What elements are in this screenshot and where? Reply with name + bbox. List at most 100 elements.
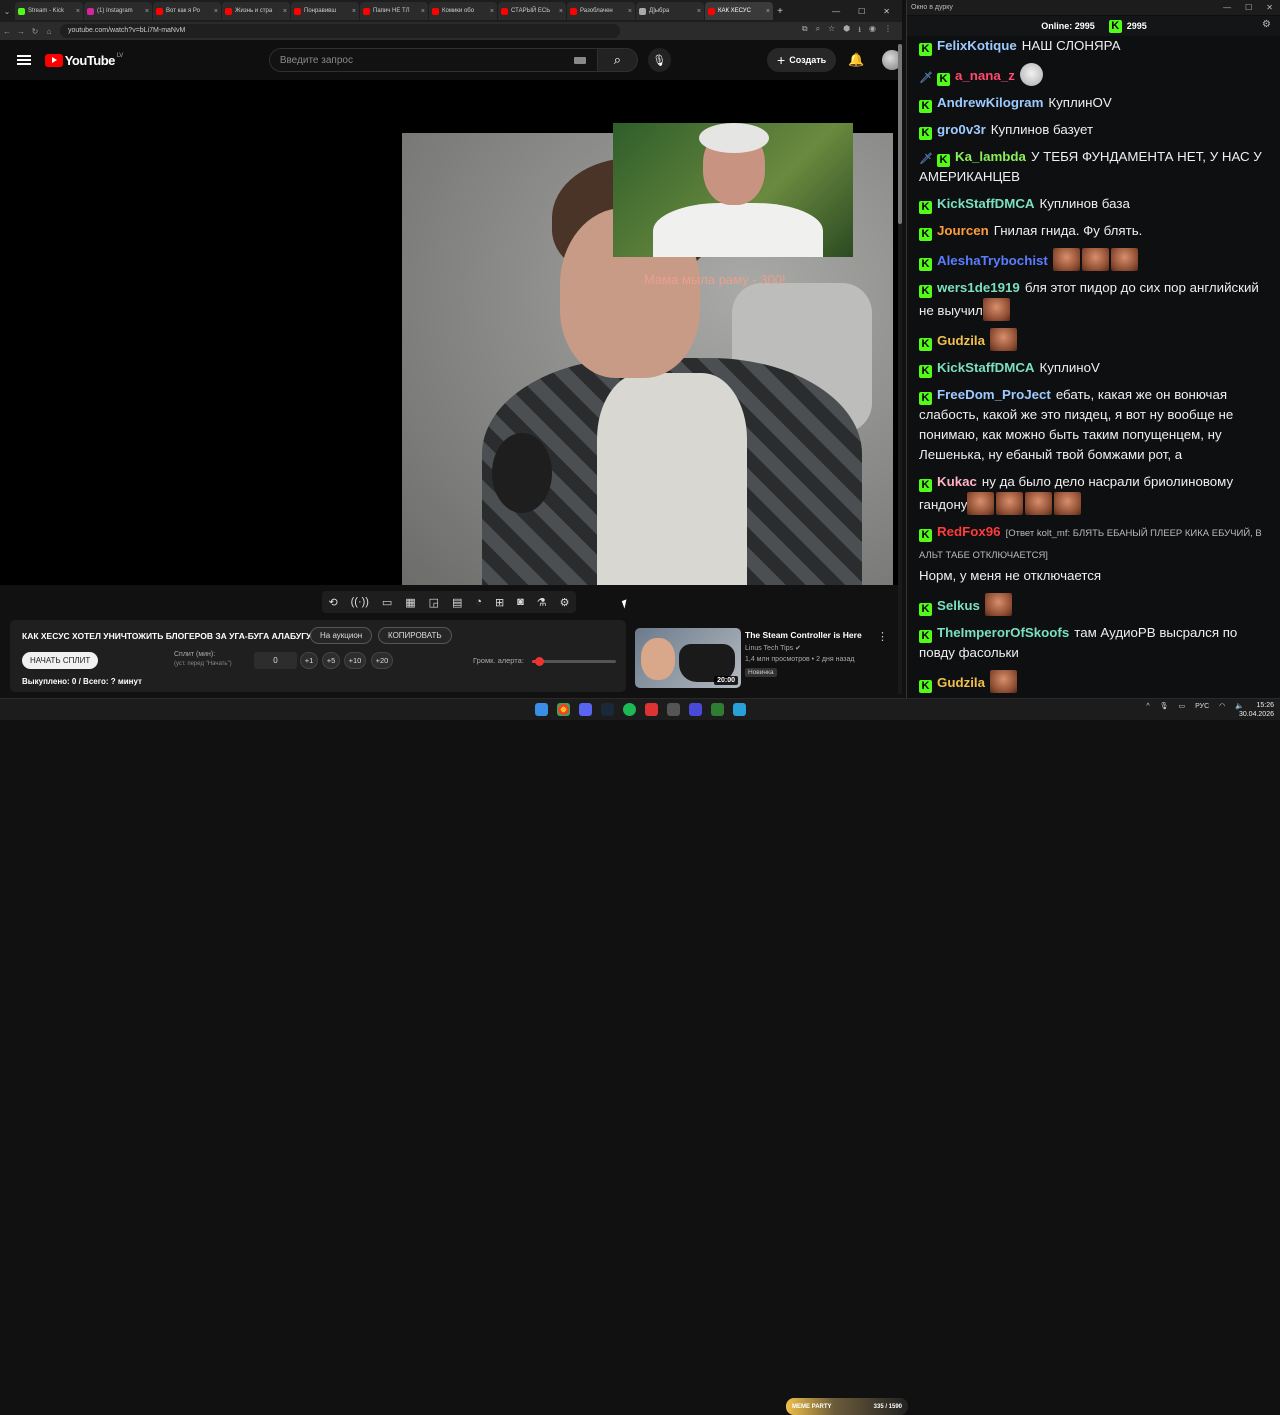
app-icon-green[interactable] bbox=[711, 703, 724, 716]
browser-tab[interactable]: Понравивш × bbox=[291, 2, 359, 20]
chat-message[interactable]: K AleshaTrybochist bbox=[919, 248, 1263, 271]
menu-dots-icon[interactable]: ⋮ bbox=[884, 24, 892, 38]
recommended-thumbnail[interactable]: 20:00 bbox=[635, 628, 741, 688]
flask-icon[interactable]: ⚗ bbox=[537, 596, 547, 609]
profile-icon[interactable]: ◉ bbox=[869, 24, 876, 38]
tab-close-icon[interactable]: × bbox=[488, 8, 494, 15]
settings-gear-icon[interactable]: ⚙ bbox=[560, 596, 570, 609]
tab-close-icon[interactable]: × bbox=[74, 8, 80, 15]
step-plus-20-button[interactable]: +20 bbox=[371, 652, 393, 669]
chat-message[interactable]: K Gudzila bbox=[919, 670, 1263, 693]
app-icon-red[interactable] bbox=[645, 703, 658, 716]
maximize-icon[interactable]: ☐ bbox=[858, 7, 865, 16]
tab-close-icon[interactable]: × bbox=[143, 8, 149, 15]
film-icon[interactable]: ▤ bbox=[452, 596, 462, 609]
create-button[interactable]: + Создать bbox=[767, 48, 837, 72]
chat-message[interactable]: K FelixKotique НАШ СЛОНЯРА bbox=[919, 36, 1263, 56]
chat-message[interactable]: K Selkus bbox=[919, 593, 1263, 616]
chat-username[interactable]: gro0v3r bbox=[937, 122, 986, 137]
tab-close-icon[interactable]: × bbox=[764, 8, 770, 15]
browser-tab[interactable]: Комики обо × bbox=[429, 2, 497, 20]
browser-tab[interactable]: КАК ХЕСУС × bbox=[705, 2, 773, 20]
chat-username[interactable]: Ka_lambda bbox=[955, 149, 1026, 164]
browser-tab[interactable]: (1) Instagram × bbox=[84, 2, 152, 20]
new-tab-button[interactable]: + bbox=[773, 6, 787, 17]
more-options-icon[interactable]: ⋮ bbox=[877, 630, 888, 643]
system-clock[interactable]: 15:26 30.04.2026 bbox=[1239, 701, 1274, 719]
discord-icon[interactable] bbox=[579, 703, 592, 716]
close-window-icon[interactable]: ✕ bbox=[883, 7, 890, 16]
browser-tab[interactable]: Stream - Kick × bbox=[15, 2, 83, 20]
scrollbar-thumb[interactable] bbox=[898, 44, 902, 224]
chat-username[interactable]: Gudzila bbox=[937, 675, 985, 690]
tab-close-icon[interactable]: × bbox=[626, 8, 632, 15]
minimize-icon[interactable]: — bbox=[832, 7, 840, 16]
chat-message[interactable]: Kgro0v3r Куплинов базует bbox=[919, 120, 1263, 140]
tab-close-icon[interactable]: × bbox=[695, 8, 701, 15]
tab-close-icon[interactable]: × bbox=[419, 8, 425, 15]
auction-button[interactable]: На аукцион bbox=[310, 627, 373, 644]
zoom-icon[interactable]: ⌕ bbox=[816, 24, 820, 38]
tab-close-icon[interactable]: × bbox=[557, 8, 563, 15]
chat-username[interactable]: AleshaTrybochist bbox=[937, 253, 1048, 268]
browser-tab[interactable]: Жизнь и стра × bbox=[222, 2, 290, 20]
search-input[interactable] bbox=[279, 54, 570, 66]
spotify-icon[interactable] bbox=[623, 703, 636, 716]
chat-username[interactable]: Jourcen bbox=[937, 223, 989, 238]
chat-settings-icon[interactable]: ⚙ bbox=[1262, 19, 1271, 30]
preview-icon[interactable]: ▭ bbox=[382, 596, 392, 609]
url-field[interactable]: youtube.com/watch?v=bLi7M-maNvM bbox=[60, 24, 620, 38]
reload-icon[interactable]: ↻ bbox=[28, 27, 42, 36]
mic-tray-icon[interactable]: 🎙 bbox=[1160, 702, 1169, 710]
steam-icon[interactable] bbox=[601, 703, 614, 716]
recommended-title[interactable]: The Steam Controller is Here bbox=[745, 630, 873, 640]
page-scrollbar[interactable] bbox=[898, 44, 902, 694]
bookmark-star-icon[interactable]: ☆ bbox=[828, 24, 835, 38]
app-icon-gray[interactable] bbox=[667, 703, 680, 716]
split-minutes-input[interactable]: 0 bbox=[254, 652, 297, 669]
chat-username[interactable]: TheImperorOfSkoofs bbox=[937, 625, 1069, 640]
extensions-icon[interactable]: ⬢ bbox=[843, 24, 850, 38]
start-icon[interactable] bbox=[535, 703, 548, 716]
chat-message[interactable]: K AndrewKilogram КуплинOV bbox=[919, 93, 1263, 113]
voice-search-button[interactable]: 🎙 bbox=[647, 48, 672, 72]
browser-tab[interactable]: СТАРЫЙ ЕСЬ × bbox=[498, 2, 566, 20]
meme-party-widget[interactable]: MEME PARTY 335 / 1590 bbox=[786, 1398, 908, 1415]
notifications-bell-icon[interactable]: 🔔 bbox=[848, 52, 864, 68]
chat-username[interactable]: wers1de1919 bbox=[937, 280, 1020, 295]
chat-username[interactable]: Gudzila bbox=[937, 333, 985, 348]
chat-minimize-icon[interactable]: — bbox=[1223, 3, 1231, 12]
browser-tab[interactable]: Д]ыбра × bbox=[636, 2, 704, 20]
language-indicator[interactable]: РУС bbox=[1195, 703, 1209, 710]
browser-tab[interactable]: Разоблачен × bbox=[567, 2, 635, 20]
chat-username[interactable]: KickStaffDMCA bbox=[937, 196, 1035, 211]
chat-message[interactable]: Kwers1de1919 бля этот пидор до сих пор ан… bbox=[919, 278, 1263, 321]
chat-close-icon[interactable]: ✕ bbox=[1266, 3, 1273, 12]
chat-message[interactable]: K Gudzila bbox=[919, 328, 1263, 351]
tab-close-icon[interactable]: × bbox=[350, 8, 356, 15]
volume-knob[interactable] bbox=[534, 657, 544, 666]
alert-volume-slider[interactable] bbox=[532, 657, 616, 666]
chat-message[interactable]: K KickStaffDMCA Куплинов база bbox=[919, 194, 1263, 214]
calendar-icon[interactable]: ▦ bbox=[405, 596, 415, 609]
chat-username[interactable]: Kukac bbox=[937, 474, 977, 489]
chat-maximize-icon[interactable]: ☐ bbox=[1245, 3, 1252, 12]
tray-chevron-icon[interactable]: ^ bbox=[1146, 703, 1149, 710]
chat-message[interactable]: 🗡 K Ka_lambda У ТЕБЯ ФУНДАМЕНТА НЕТ, У НАС … bbox=[919, 147, 1263, 187]
hamburger-menu-icon[interactable] bbox=[17, 55, 31, 65]
chat-username[interactable]: AndrewKilogram bbox=[937, 95, 1043, 110]
chat-username[interactable]: RedFox96 bbox=[937, 524, 1001, 539]
install-icon[interactable]: ⧉ bbox=[802, 24, 808, 38]
player-icon[interactable] bbox=[689, 703, 702, 716]
chat-username[interactable]: FelixKotique bbox=[937, 38, 1017, 53]
chat-message[interactable]: K TheImperorOfSkoofs там АудиоРВ высрался … bbox=[919, 623, 1263, 663]
browser-tab[interactable]: Папич НЕ ТЛ × bbox=[360, 2, 428, 20]
broadcast-icon[interactable]: ((·)) bbox=[351, 596, 369, 608]
back-icon[interactable]: ← bbox=[0, 27, 14, 36]
chat-username[interactable]: a_nana_z bbox=[955, 68, 1015, 83]
step-plus-5-button[interactable]: +5 bbox=[322, 652, 340, 669]
chat-message[interactable]: 🗡 Ka_nana_z bbox=[919, 63, 1263, 86]
telegram-icon[interactable] bbox=[733, 703, 746, 716]
forward-icon[interactable]: → bbox=[14, 27, 28, 36]
search-button[interactable]: ⌕ bbox=[598, 48, 638, 72]
